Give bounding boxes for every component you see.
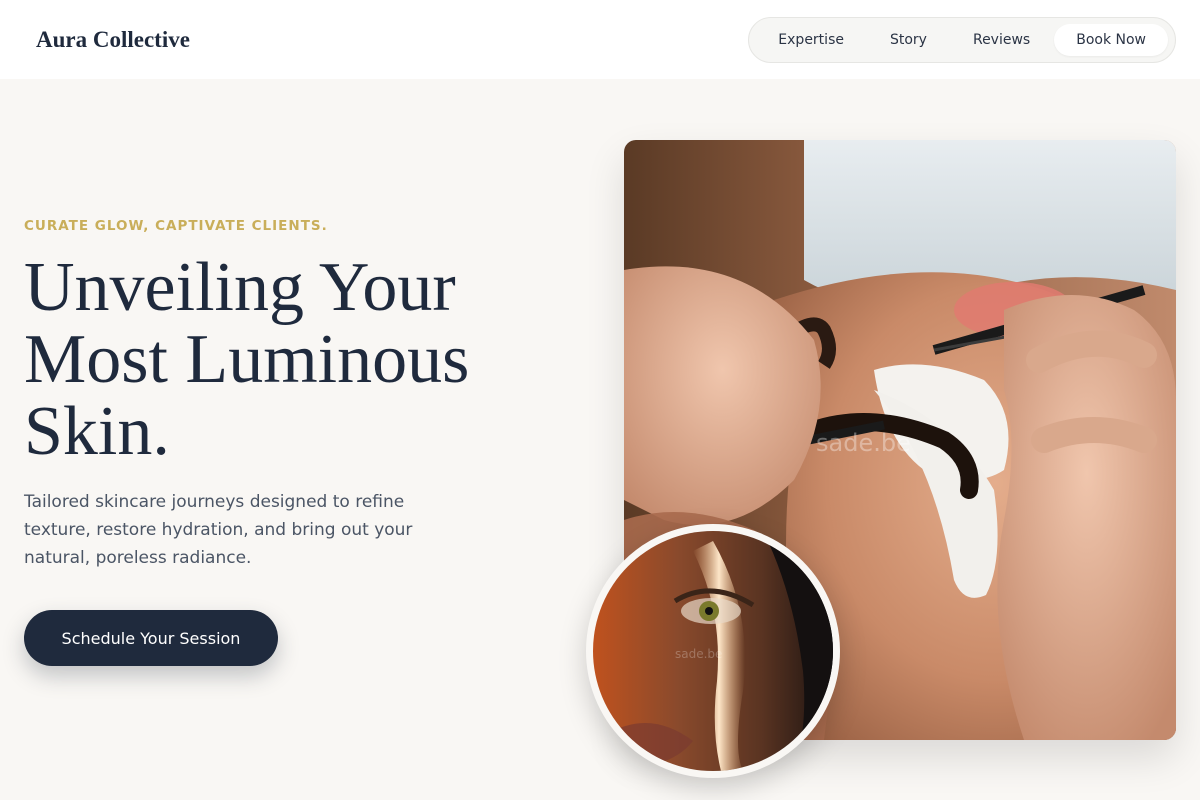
main-nav: Expertise Story Reviews Book Now [748, 16, 1176, 63]
watermark-text: sade.be [675, 647, 723, 661]
watermark-text: sade.be [816, 429, 911, 457]
nav-item-expertise[interactable]: Expertise [756, 24, 866, 56]
nav-item-story[interactable]: Story [868, 24, 949, 56]
headline-line: Most Luminous [24, 321, 470, 398]
headline-line: Unveiling Your [24, 249, 456, 326]
brand-logo[interactable]: Aura Collective [36, 27, 190, 53]
hero-description: Tailored skincare journeys designed to r… [24, 492, 413, 568]
schedule-session-button[interactable]: Schedule Your Session [24, 610, 278, 666]
hero-text: CURATE GLOW, CAPTIVATE CLIENTS. Unveilin… [24, 218, 524, 572]
headline-line: Skin. [24, 393, 170, 470]
hero-round-image: sade.be [586, 524, 840, 778]
nav-item-book-now[interactable]: Book Now [1054, 23, 1168, 56]
hero-headline: Unveiling Your Most Luminous Skin. [24, 252, 524, 468]
nav-item-reviews[interactable]: Reviews [951, 24, 1052, 56]
hero-eyebrow: CURATE GLOW, CAPTIVATE CLIENTS. [24, 218, 328, 234]
site-header: Aura Collective Expertise Story Reviews … [0, 0, 1200, 79]
